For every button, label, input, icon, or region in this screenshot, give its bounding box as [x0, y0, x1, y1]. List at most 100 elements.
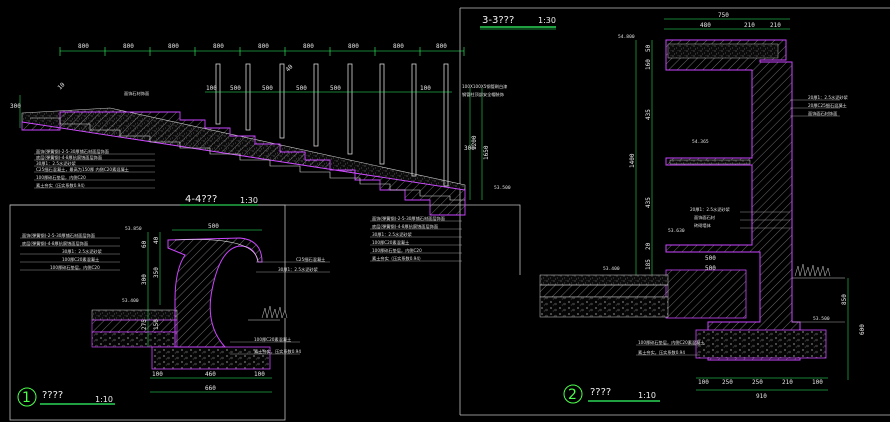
stair-section-3-3: 800 800 800 800 800 800 800 800 800 100 …	[10, 15, 556, 262]
wall-inner-dim: 500	[705, 255, 716, 262]
rail-dim: 500	[262, 85, 273, 92]
section-4-4-heading: 4-4??? 1:30	[180, 194, 258, 206]
bench-note: 面饰(弹簧钢)-2-5-30厚铺石材面层饰面	[22, 232, 95, 239]
stair-right-dim: 1200	[471, 135, 478, 150]
wall-note: 面饰面石材饰面	[808, 110, 837, 117]
wall-note: 20厚1：2.5水泥砂浆	[808, 94, 849, 101]
wall-bottom-dim: 250	[752, 379, 763, 386]
bench-note: C25细石混凝土	[296, 256, 325, 263]
stair-dim: 800	[348, 43, 359, 50]
bench-left-dim: 350	[153, 267, 160, 278]
grass-symbol-right	[794, 263, 831, 277]
bench-note: 底层(弹簧钢)-4-8厚抗腐蚀面层饰面	[22, 240, 88, 247]
stair-elevation: 53.500	[494, 185, 511, 191]
stair-right-note: 30厚1：2.5水泥砂浆	[372, 231, 413, 238]
wall-note: 100厚碎石垫层，内侧C20素混凝土	[638, 339, 705, 346]
wall-note: 20厚1：2.5水泥砂浆	[690, 206, 731, 213]
bench-bottom-dim: 460	[205, 371, 216, 378]
stair-layer-note: 100厚碎石垫层，内侧C20	[36, 174, 86, 181]
detail-1-number: 1	[22, 390, 31, 406]
rail-note-1: 100X100X5钢管刷白漆	[462, 83, 507, 90]
wall-top-dim: 210	[770, 22, 781, 29]
cad-drawing: 800 800 800 800 800 800 800 800 800 100 …	[9, 7, 890, 421]
stair-right-dim: 1650	[483, 145, 490, 160]
wall-elev-low: 53.630	[668, 228, 685, 234]
wall-elev-top: 54.800	[618, 34, 635, 40]
stone-note: 面饰石材饰面	[124, 90, 149, 97]
stair-dim: 800	[303, 43, 314, 50]
wall-top-dim: 210	[744, 22, 755, 29]
wall-bottom-dim: 100	[812, 379, 823, 386]
rail-note-2: 钢管柱顶部安全帽装饰	[462, 91, 504, 98]
bench-note: 100厚C20素混凝土	[62, 256, 99, 263]
wall-left-dim: 50	[645, 44, 652, 52]
wall-elev-right: 53.500	[813, 316, 830, 322]
grass-symbol	[261, 305, 288, 319]
rail-dim: 100	[206, 85, 217, 92]
stair-layer-note: C25细石混凝土，最高为150厚 内侧C20素混凝土	[36, 166, 129, 173]
stair-dim: 800	[258, 43, 269, 50]
bench-body	[167, 237, 263, 348]
bench-note: 30厚1：2.5水泥砂浆	[278, 266, 319, 273]
bench-elev-top: 53.850	[125, 226, 142, 232]
wall-right-dim: 600	[859, 324, 866, 335]
slope-tag: 10	[56, 81, 66, 91]
wall-note: 砖砌墙体	[694, 222, 712, 229]
wall-elev-mid: 54.365	[692, 139, 709, 145]
stair-right-note: 素土夯实（压实系数0.94）	[372, 255, 423, 262]
bench-left-dim: 60	[141, 240, 148, 248]
bench-note: 100厚碎石垫层，内侧C20	[50, 264, 100, 271]
detail-1-title: ????	[42, 390, 63, 401]
stair-dim: 800	[393, 43, 404, 50]
stair-dim: 800	[436, 43, 447, 50]
bench-footing	[151, 346, 271, 370]
stair-dim: 800	[123, 43, 134, 50]
rail-dim: 500	[230, 85, 241, 92]
wall-elev-ground: 53.400	[603, 266, 620, 272]
wall-left-dim: 435	[645, 109, 652, 120]
wall-ground-finish	[539, 274, 669, 286]
detail-2-number: 2	[568, 387, 577, 403]
section-4-4-scale: 1:30	[240, 196, 258, 205]
bench-left-dim: 275	[141, 319, 148, 330]
bench-left-dim: 150	[153, 319, 160, 330]
bench-note: 30厚1：2.5水泥砂浆	[62, 248, 103, 255]
rail-dim: 100	[420, 85, 431, 92]
wall-top-total: 750	[718, 12, 729, 19]
bench-bottom-dim: 100	[152, 371, 163, 378]
stair-left-dim: 300	[10, 103, 21, 110]
bench-elev-seat: 53.400	[122, 298, 139, 304]
section-3-3-scale: 1:30	[538, 16, 556, 25]
wall-top-dim: 480	[700, 22, 711, 29]
wall-total-dim: 910	[756, 393, 767, 400]
railing-tag: 40	[284, 63, 294, 73]
stair-layer-note: 素土夯实（压实系数0.94）	[36, 182, 87, 189]
wall-left-dim: 185	[645, 259, 652, 270]
bench-total-dim: 660	[205, 385, 216, 392]
detail-2-title: ????	[590, 387, 611, 398]
stair-right-note: 底层(弹簧钢)-4-8厚抗腐蚀面层饰面	[372, 223, 438, 230]
stair-right-note: 100厚C20素混凝土	[372, 239, 409, 246]
stair-dim: 800	[168, 43, 179, 50]
stair-dim: 800	[213, 43, 224, 50]
detail-2-scale: 1:10	[638, 391, 656, 400]
wall-base-block	[665, 269, 747, 319]
detail-2-wall: 750 480 210 210 50 160 435 1400 435 20 1…	[539, 12, 866, 404]
detail-1-bench: 500 60 40 350 300 275 150 53.850 53.400 …	[17, 223, 330, 407]
wall-note: 面饰面石材	[694, 214, 715, 221]
wall-note: 素土夯实，压实系数0.94	[638, 349, 685, 356]
stair-right-note: 100厚碎石垫层，内侧C20	[372, 247, 422, 254]
wall-right-dim: 850	[841, 294, 848, 305]
wall-bottom-dim: 210	[782, 379, 793, 386]
wall-note: 20厚C25细石混凝土	[808, 102, 847, 109]
bench-top-dim: 500	[208, 223, 219, 230]
stair-layer-note: 底层(弹簧钢)-4-8厚抗腐蚀面层饰面	[36, 154, 102, 161]
section-4-4-title: 4-4???	[185, 194, 217, 205]
stair-layer-note: 面饰(弹簧钢)-2-5-30厚铺石材面层饰面	[36, 148, 109, 155]
bench-left-dim: 300	[141, 274, 148, 285]
wall-left-dim: 20	[645, 242, 652, 250]
wall-footing	[695, 329, 827, 359]
rail-dim: 500	[330, 85, 341, 92]
section-3-3-title: 3-3???	[482, 15, 514, 26]
stair-right-note: 面饰(弹簧钢)-2-5-30厚铺石材面层饰面	[372, 215, 445, 222]
